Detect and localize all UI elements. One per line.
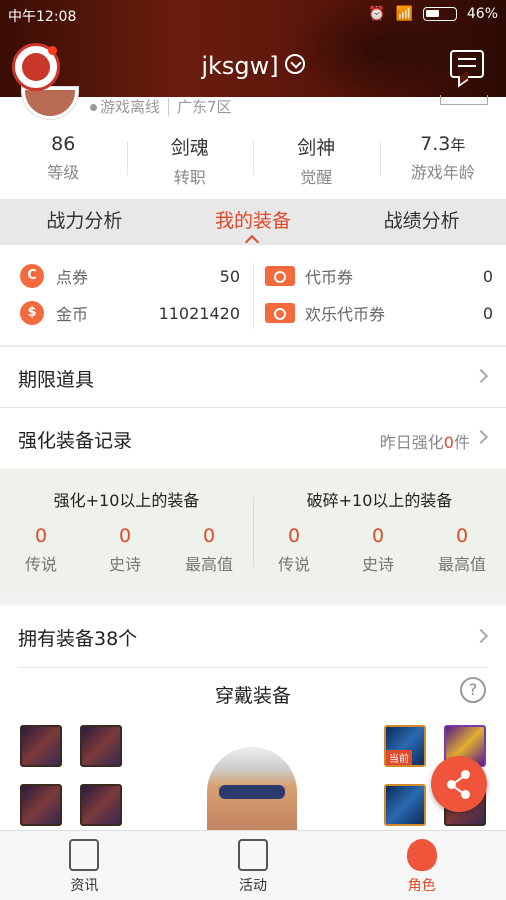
activity-icon <box>238 839 268 871</box>
equip-slot[interactable] <box>384 784 426 826</box>
server-name: 广东7区 <box>168 98 232 116</box>
analysis-tabs: 战力分析 我的装备 战绩分析 <box>0 199 506 245</box>
status-dot-icon <box>90 104 97 111</box>
gold-coin-icon: $ <box>20 301 44 325</box>
wifi-icon: 📶 <box>395 6 413 22</box>
chevron-down-icon <box>284 54 305 74</box>
tab-record-analysis[interactable]: 战绩分析 <box>337 199 506 245</box>
ticket-icon <box>265 266 295 286</box>
equip-slot-current[interactable]: 当前 <box>384 725 426 767</box>
equip-slot[interactable] <box>20 725 62 767</box>
status-time: 中午12:08 <box>8 9 77 25</box>
worn-equipment-title: 穿戴装备 <box>214 685 291 707</box>
equip-slot[interactable] <box>80 725 122 767</box>
wallet-jinbi: $ 金币 11021420 <box>20 295 240 331</box>
battery-icon <box>422 7 457 21</box>
help-icon[interactable]: ? <box>460 677 486 703</box>
nav-activity[interactable]: 活动 <box>169 831 338 900</box>
enhance-stats-panel: 强化+10以上的装备 0 传说 0 史诗 0 最高值 破碎+10以上的装备 0 传说 0… <box>0 469 506 593</box>
wallet-panel: C 点券 50 $ 金币 11021420 代币券 0 欢乐代币券 0 <box>0 245 506 345</box>
break-stats: 破碎+10以上的装备 0 传说 0 史诗 0 最高值 <box>277 491 486 574</box>
wallet-huanle: 欢乐代币券 0 <box>265 295 493 331</box>
news-icon <box>69 839 100 871</box>
chevron-right-icon[interactable] <box>473 628 489 644</box>
owned-equipment-section: 拥有装备38个 穿戴装备 ? 当前 <box>0 605 506 835</box>
tab-power-analysis[interactable]: 战力分析 <box>0 199 169 245</box>
stat-game-age: 7.3年 游戏年龄 <box>379 133 506 188</box>
ticket-icon <box>265 303 295 323</box>
top-header: 中午12:08 ⏰ 📶 46% jksgw] <box>0 0 506 97</box>
message-icon[interactable] <box>450 50 484 78</box>
stat-class: 剑魂 转职 <box>126 133 254 188</box>
wallet-divider <box>253 263 254 329</box>
online-status: 游戏离线 广东7区 <box>90 96 232 117</box>
enhance-record-row[interactable]: 强化装备记录 昨日强化0件 <box>0 407 506 468</box>
alarm-icon: ⏰ <box>368 6 386 22</box>
coupon-coin-icon: C <box>20 264 44 288</box>
wallet-daibi: 代币券 0 <box>265 258 493 294</box>
enhance-record-hint: 昨日强化0件 <box>379 433 470 452</box>
stat-awaken: 剑神 觉醒 <box>253 133 380 188</box>
equip-slot[interactable] <box>20 784 62 826</box>
tab-my-equipment[interactable]: 我的装备 <box>169 199 338 245</box>
username-switcher[interactable]: jksgw] <box>0 52 506 80</box>
share-button[interactable] <box>431 756 487 812</box>
chevron-right-icon <box>473 429 489 445</box>
avatar[interactable] <box>22 87 78 119</box>
profile-stats: 86 等级 剑魂 转职 剑神 觉醒 7.3年 游戏年龄 <box>0 133 506 188</box>
nav-character[interactable]: 角色 <box>337 831 506 900</box>
bottom-nav: 资讯 活动 角色 <box>0 830 506 900</box>
stat-level: 86 等级 <box>47 133 80 182</box>
status-bar: 中午12:08 ⏰ 📶 46% <box>0 0 506 28</box>
profile-card: 游戏离线 广东7区 86 等级 剑魂 转职 剑神 觉醒 7.3年 游戏年龄 <box>0 87 506 199</box>
equip-slot[interactable] <box>80 784 122 826</box>
battery-percent: 46% <box>466 6 498 22</box>
owned-equipment-link[interactable]: 拥有装备38个 <box>18 624 137 651</box>
nav-news[interactable]: 资讯 <box>0 831 169 900</box>
character-icon <box>406 839 437 871</box>
character-portrait <box>207 747 297 835</box>
chevron-right-icon <box>473 368 489 384</box>
username: jksgw] <box>201 52 279 80</box>
card-corner <box>440 95 488 105</box>
wallet-dianquan: C 点券 50 <box>20 258 240 294</box>
limited-items-row[interactable]: 期限道具 <box>0 346 506 407</box>
strengthen-stats: 强化+10以上的装备 0 传说 0 史诗 0 最高值 <box>24 491 233 574</box>
current-tag: 当前 <box>386 750 412 765</box>
